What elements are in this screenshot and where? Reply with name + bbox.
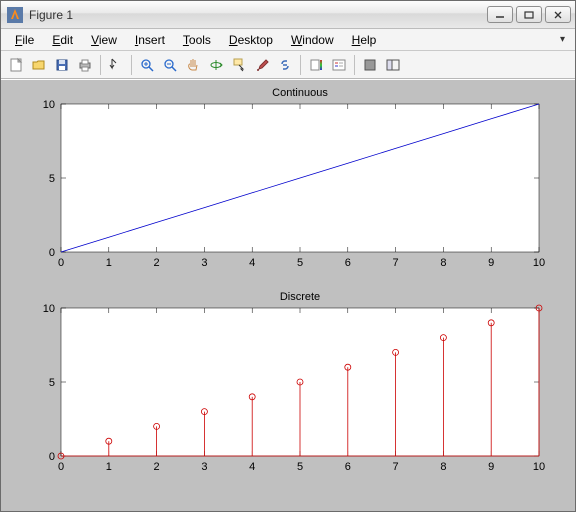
svg-text:8: 8 <box>440 461 446 473</box>
figure-window: Figure 1 File Edit View Insert Tools Des… <box>0 0 576 512</box>
svg-text:6: 6 <box>345 257 351 269</box>
svg-text:1: 1 <box>106 461 112 473</box>
svg-text:2: 2 <box>154 257 160 269</box>
open-button[interactable] <box>28 54 50 76</box>
minimize-button[interactable] <box>487 6 513 23</box>
svg-text:1: 1 <box>106 257 112 269</box>
figure-canvas[interactable]: Continuous 0 1 2 3 4 5 6 7 8 9 10 0 5 10 Discrete 0 1 2 3 4 5… <box>1 79 575 511</box>
dock-arrow-icon[interactable]: ▾ <box>560 34 569 45</box>
insert-colorbar-button[interactable] <box>305 54 327 76</box>
svg-text:Continuous: Continuous <box>272 87 328 99</box>
window-controls <box>487 6 571 23</box>
brush-button[interactable] <box>251 54 273 76</box>
svg-text:5: 5 <box>49 377 55 389</box>
link-data-button[interactable] <box>274 54 296 76</box>
menu-desktop[interactable]: Desktop <box>221 31 281 49</box>
svg-text:0: 0 <box>58 257 64 269</box>
svg-text:8: 8 <box>440 257 446 269</box>
menu-help[interactable]: Help <box>344 31 385 49</box>
svg-text:10: 10 <box>533 257 545 269</box>
window-title: Figure 1 <box>29 8 73 22</box>
svg-text:9: 9 <box>488 257 494 269</box>
matlab-icon <box>7 7 23 23</box>
svg-text:0: 0 <box>58 461 64 473</box>
svg-text:5: 5 <box>297 461 303 473</box>
menu-insert[interactable]: Insert <box>127 31 173 49</box>
new-figure-button[interactable] <box>5 54 27 76</box>
edit-plot-button[interactable] <box>105 54 127 76</box>
toolbar-separator <box>354 55 355 75</box>
maximize-button[interactable] <box>516 6 542 23</box>
rotate-3d-button[interactable] <box>205 54 227 76</box>
menu-edit[interactable]: Edit <box>44 31 81 49</box>
svg-text:10: 10 <box>43 303 55 315</box>
insert-legend-button[interactable] <box>328 54 350 76</box>
toolbar-separator <box>131 55 132 75</box>
svg-text:7: 7 <box>393 461 399 473</box>
svg-text:Discrete: Discrete <box>280 291 320 303</box>
svg-text:3: 3 <box>201 257 207 269</box>
save-button[interactable] <box>51 54 73 76</box>
svg-text:5: 5 <box>49 173 55 185</box>
menu-view[interactable]: View <box>83 31 125 49</box>
titlebar: Figure 1 <box>1 1 575 29</box>
svg-text:10: 10 <box>43 99 55 111</box>
svg-text:0: 0 <box>49 247 55 259</box>
dock-button[interactable] <box>382 54 404 76</box>
data-cursor-button[interactable] <box>228 54 250 76</box>
menubar: File Edit View Insert Tools Desktop Wind… <box>1 29 575 51</box>
svg-text:5: 5 <box>297 257 303 269</box>
toolbar <box>1 51 575 79</box>
svg-text:10: 10 <box>533 461 545 473</box>
svg-text:9: 9 <box>488 461 494 473</box>
svg-text:0: 0 <box>49 451 55 463</box>
close-button[interactable] <box>545 6 571 23</box>
svg-text:6: 6 <box>345 461 351 473</box>
menu-window[interactable]: Window <box>283 31 342 49</box>
hide-tools-button[interactable] <box>359 54 381 76</box>
print-button[interactable] <box>74 54 96 76</box>
svg-text:4: 4 <box>249 461 255 473</box>
zoom-out-button[interactable] <box>159 54 181 76</box>
svg-text:4: 4 <box>249 257 255 269</box>
svg-text:7: 7 <box>393 257 399 269</box>
toolbar-separator <box>100 55 101 75</box>
toolbar-separator <box>300 55 301 75</box>
zoom-in-button[interactable] <box>136 54 158 76</box>
menu-tools[interactable]: Tools <box>175 31 219 49</box>
svg-text:3: 3 <box>201 461 207 473</box>
menu-file[interactable]: File <box>7 31 42 49</box>
pan-button[interactable] <box>182 54 204 76</box>
svg-text:2: 2 <box>154 461 160 473</box>
